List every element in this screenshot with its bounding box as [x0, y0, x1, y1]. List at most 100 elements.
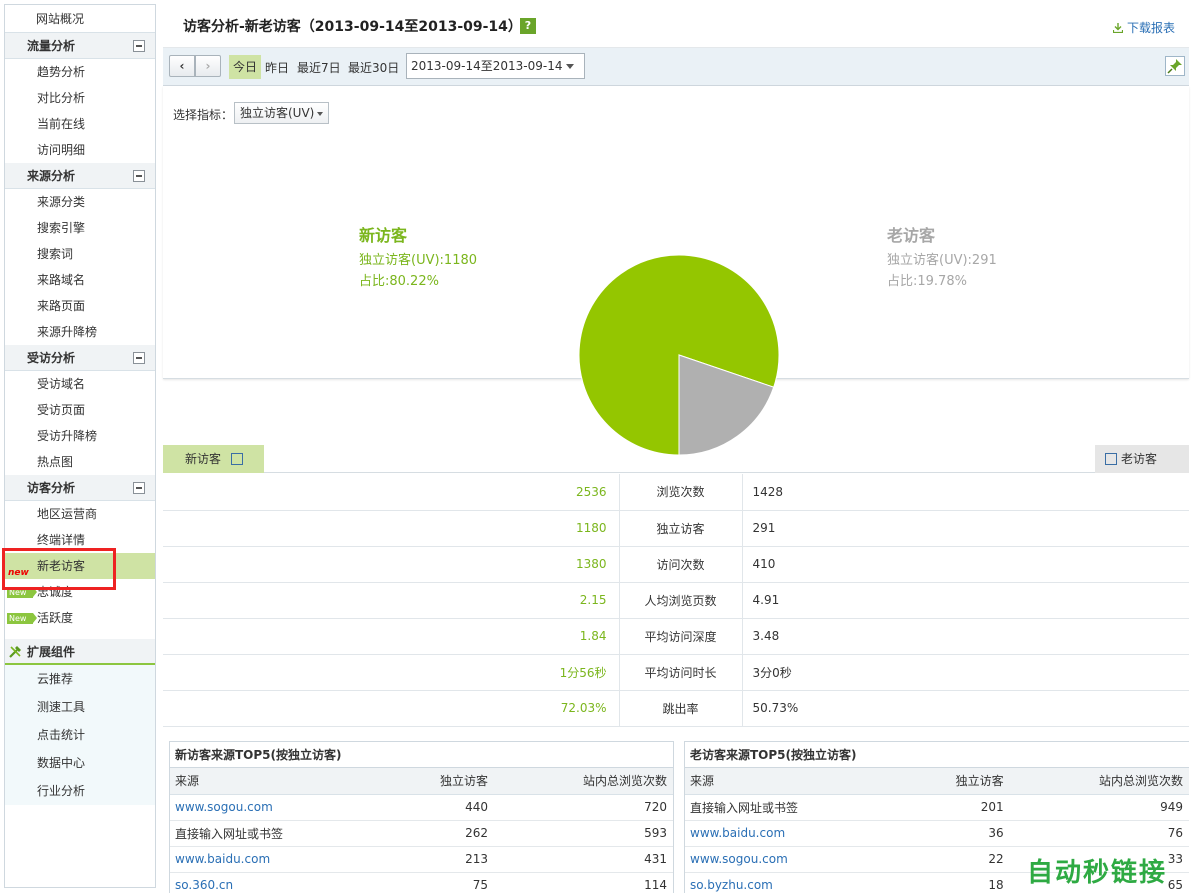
- sidebar-item-source-rank[interactable]: 来源升降榜: [5, 319, 155, 345]
- sidebar-item-search-term[interactable]: 搜索词: [5, 241, 155, 267]
- table-row: 1180 独立访客 291: [163, 510, 1189, 547]
- metric-name: 跳出率: [619, 690, 743, 727]
- title-bar: 访客分析-新老访客（2013-09-14至2013-09-14） ? 下载报表: [163, 4, 1189, 48]
- sidebar-group-extensions[interactable]: 扩展组件: [5, 639, 155, 665]
- sidebar-item-data-center[interactable]: 数据中心: [5, 749, 155, 777]
- source-cell[interactable]: www.baidu.com: [170, 846, 383, 873]
- new-visitor-value: 72.03%: [163, 690, 620, 727]
- sidebar-item-visited-page[interactable]: 受访页面: [5, 397, 155, 423]
- metric-name: 独立访客: [619, 510, 743, 547]
- pv-cell: 431: [494, 846, 673, 873]
- page-title: 访客分析-新老访客（2013-09-14至2013-09-14）: [183, 19, 522, 35]
- help-icon[interactable]: ?: [520, 18, 536, 34]
- metric-select[interactable]: 独立访客(UV): [234, 102, 329, 124]
- sidebar-group-title: 来源分析: [27, 169, 76, 183]
- source-cell[interactable]: www.sogou.com: [170, 794, 383, 821]
- sidebar-item-visited-rank[interactable]: 受访升降榜: [5, 423, 155, 449]
- source-cell[interactable]: www.baidu.com: [685, 820, 899, 847]
- uv-cell: 75: [382, 872, 495, 893]
- metric-label: 选择指标：: [173, 108, 234, 122]
- new-visitor-value: 2536: [163, 474, 620, 511]
- legend-new-visitors: 新访客 独立访客(UV):1180 占比:80.22%: [359, 222, 477, 292]
- new-visitor-value: 1180: [163, 510, 620, 547]
- external-link-icon[interactable]: [230, 453, 243, 465]
- date-range-select[interactable]: 2013-09-14至2013-09-14: [406, 53, 585, 79]
- sidebar-group-visitor[interactable]: 访客分析: [5, 475, 155, 501]
- sidebar-item-cloud-recommend[interactable]: 云推荐: [5, 665, 155, 693]
- download-report-link[interactable]: 下载报表: [1112, 19, 1175, 36]
- sidebar-item-heatmap[interactable]: 热点图: [5, 449, 155, 475]
- collapse-icon[interactable]: [133, 40, 145, 52]
- pin-button[interactable]: [1165, 56, 1185, 76]
- prev-button[interactable]: ‹: [169, 55, 195, 77]
- uv-cell: 36: [898, 820, 1010, 847]
- sidebar-item-source-category[interactable]: 来源分类: [5, 189, 155, 215]
- legend-new-title: 新访客: [359, 226, 408, 245]
- tools-icon: [9, 646, 21, 658]
- collapse-icon[interactable]: [133, 352, 145, 364]
- date-range-value: 2013-09-14至2013-09-14: [411, 59, 563, 73]
- source-cell[interactable]: www.sogou.com: [685, 846, 899, 873]
- sidebar-group-source[interactable]: 来源分析: [5, 163, 155, 189]
- metric-name: 浏览次数: [619, 474, 743, 511]
- chevron-down-icon: [566, 64, 574, 69]
- range-today[interactable]: 今日: [229, 55, 262, 79]
- next-button[interactable]: ›: [195, 55, 221, 77]
- uv-cell: 22: [898, 846, 1010, 873]
- sidebar-item-click-stats[interactable]: 点击统计: [5, 721, 155, 749]
- legend-old-pct: 占比:19.78%: [887, 274, 967, 289]
- collapse-icon[interactable]: [133, 170, 145, 182]
- pie-chart: [578, 254, 780, 456]
- table-row: 2536 浏览次数 1428: [163, 474, 1189, 511]
- sidebar-item-overview[interactable]: 网站概况: [5, 5, 155, 33]
- table-row: so.360.cn 75 114: [170, 872, 673, 893]
- sidebar-item-speed-test[interactable]: 测速工具: [5, 693, 155, 721]
- comparison-table: 2536 浏览次数 1428 1180 独立访客 291 1380 访问次数 410 2.15 人均…: [163, 474, 1189, 727]
- sidebar-item-visit-detail[interactable]: 访问明细: [5, 137, 155, 163]
- range-yesterday[interactable]: 昨日: [265, 59, 289, 76]
- sidebar-item-trend[interactable]: 趋势分析: [5, 59, 155, 85]
- uv-cell: 201: [898, 794, 1010, 821]
- source-cell: 直接输入网址或书签: [685, 794, 899, 821]
- sidebar-item-activity[interactable]: New 活跃度: [5, 605, 155, 631]
- metric-name: 平均访问深度: [619, 618, 743, 655]
- sidebar-item-visited-domain[interactable]: 受访域名: [5, 371, 155, 397]
- sidebar-item-referrer-domain[interactable]: 来路域名: [5, 267, 155, 293]
- sidebar-group-traffic[interactable]: 流量分析: [5, 33, 155, 59]
- sidebar-group-visited[interactable]: 受访分析: [5, 345, 155, 371]
- table-row: 72.03% 跳出率 50.73%: [163, 690, 1189, 727]
- column-header: 站内总浏览次数: [1009, 768, 1189, 795]
- tab-label: 老访客: [1121, 452, 1158, 466]
- tab-new-visitors[interactable]: 新访客: [163, 445, 264, 473]
- column-header: 来源: [170, 768, 383, 795]
- table-row: 1.84 平均访问深度 3.48: [163, 618, 1189, 655]
- old-visitor-value: 3分0秒: [742, 654, 1189, 691]
- external-link-icon[interactable]: [1105, 453, 1117, 465]
- sidebar-item-industry[interactable]: 行业分析: [5, 777, 155, 805]
- collapse-icon[interactable]: [133, 482, 145, 494]
- sidebar-item-terminal[interactable]: 终端详情: [5, 527, 155, 553]
- range-last7[interactable]: 最近7日: [297, 59, 341, 76]
- source-cell[interactable]: so.byzhu.com: [685, 872, 899, 893]
- column-header: 独立访客: [898, 768, 1010, 795]
- metric-name: 访问次数: [619, 546, 743, 583]
- new-visitor-value: 2.15: [163, 582, 620, 619]
- range-last30[interactable]: 最近30日: [348, 59, 399, 76]
- sidebar-group-title: 扩展组件: [27, 645, 76, 659]
- sidebar-group-title: 访客分析: [27, 481, 76, 495]
- metric-value: 独立访客(UV): [240, 106, 315, 120]
- top5-title: 老访客来源TOP5(按独立访客): [685, 742, 1189, 768]
- sidebar-item-search-engine[interactable]: 搜索引擎: [5, 215, 155, 241]
- sidebar-item-label: 新老访客: [37, 559, 86, 573]
- old-visitor-value: 3.48: [742, 618, 1189, 655]
- date-toolbar: ‹ › 今日 昨日 最近7日 最近30日 2013-09-14至2013-09-…: [163, 48, 1189, 86]
- legend-old-title: 老访客: [887, 226, 936, 245]
- source-cell[interactable]: so.360.cn: [170, 872, 383, 893]
- sidebar-item-online[interactable]: 当前在线: [5, 111, 155, 137]
- sidebar-item-loyalty[interactable]: New 忠诚度: [5, 579, 155, 605]
- sidebar-item-compare[interactable]: 对比分析: [5, 85, 155, 111]
- sidebar-item-referrer-page[interactable]: 来路页面: [5, 293, 155, 319]
- sidebar-item-region[interactable]: 地区运营商: [5, 501, 155, 527]
- tab-old-visitors[interactable]: 老访客: [1095, 445, 1189, 473]
- sidebar-item-new-old-visitors[interactable]: new 新老访客: [5, 553, 155, 579]
